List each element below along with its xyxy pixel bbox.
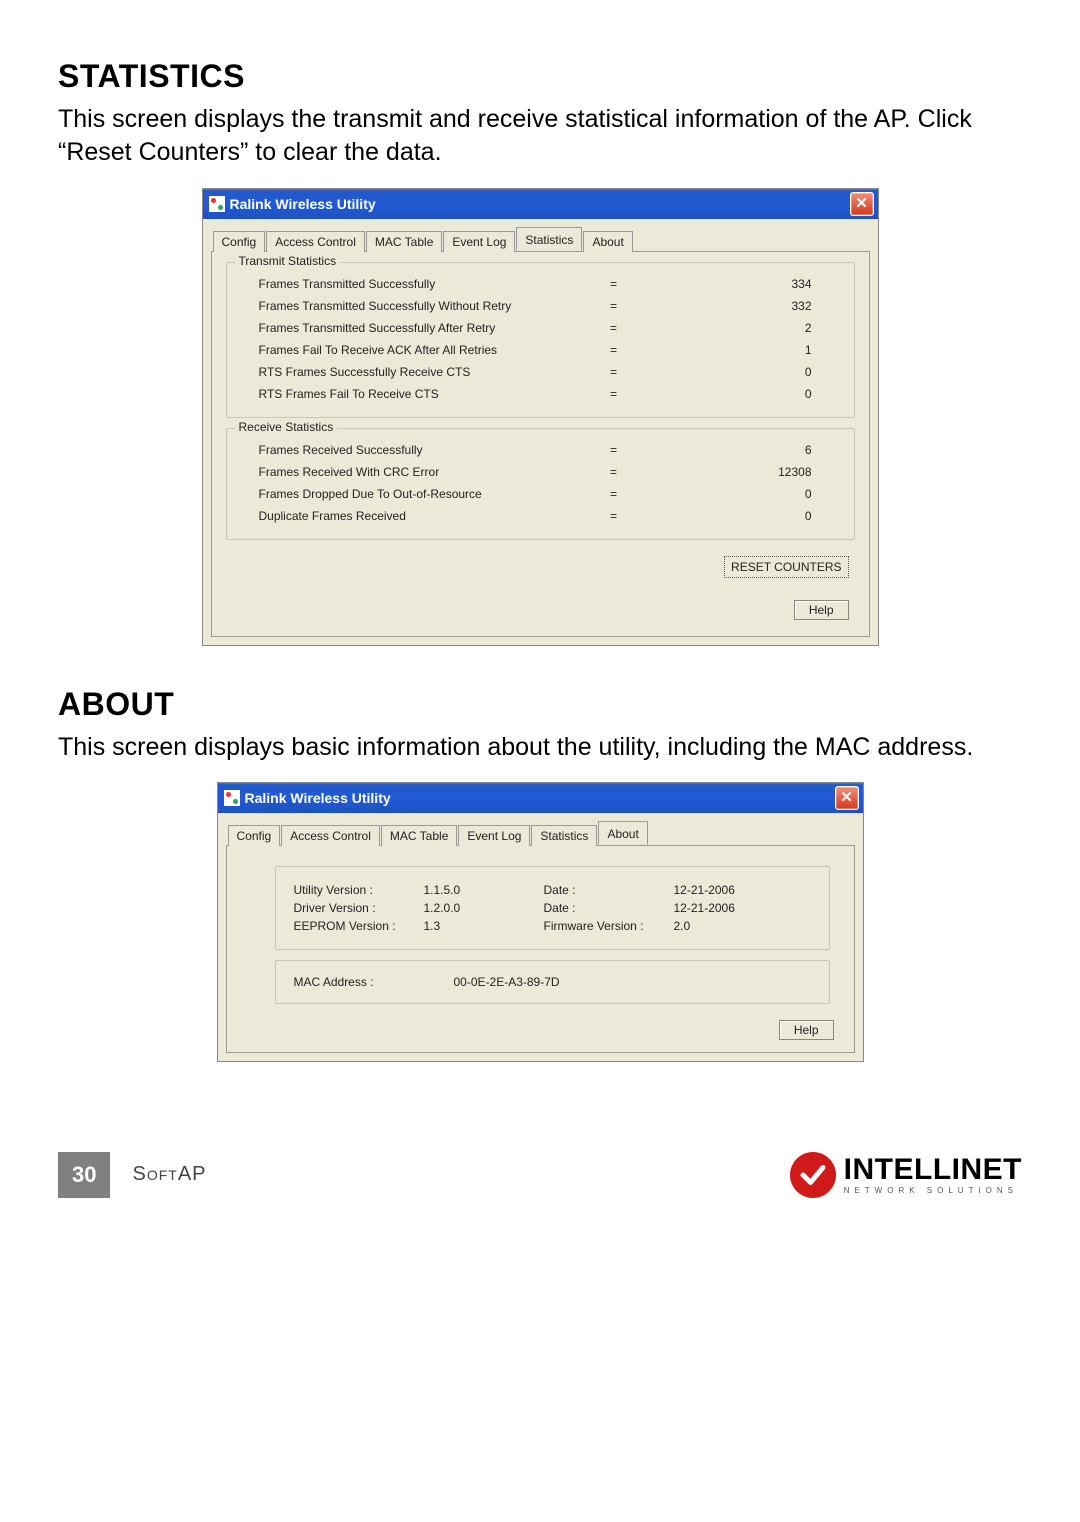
page-footer: 30 SoftAP INTELLINET NETWORK SOLUTIONS	[0, 1122, 1080, 1218]
window-title: Ralink Wireless Utility	[230, 196, 376, 212]
about-row: Driver Version :1.2.0.0Date :12-21-2006	[294, 899, 811, 917]
tab-about[interactable]: About	[598, 821, 647, 845]
window-title: Ralink Wireless Utility	[245, 790, 391, 806]
about-info-box: Utility Version :1.1.5.0Date :12-21-2006…	[275, 866, 830, 950]
brand-subtitle: NETWORK SOLUTIONS	[844, 1187, 1022, 1195]
tab-mac-table[interactable]: MAC Table	[366, 231, 442, 252]
mac-address-label: MAC Address :	[294, 975, 454, 989]
tab-event-log[interactable]: Event Log	[443, 231, 515, 252]
tab-access-control[interactable]: Access Control	[281, 825, 380, 846]
stat-row: Frames Transmitted Successfully=334	[241, 273, 840, 295]
about-tab-body: Utility Version :1.1.5.0Date :12-21-2006…	[226, 845, 855, 1053]
tab-event-log[interactable]: Event Log	[458, 825, 530, 846]
stat-row: Duplicate Frames Received=0	[241, 505, 840, 527]
tab-config[interactable]: Config	[213, 231, 266, 252]
statistics-window: Ralink Wireless Utility ✕ Config Access …	[202, 188, 879, 646]
stat-row: Frames Transmitted Successfully After Re…	[241, 317, 840, 339]
tab-mac-table[interactable]: MAC Table	[381, 825, 457, 846]
reset-counters-button[interactable]: RESET COUNTERS	[724, 556, 848, 578]
brand-logo: INTELLINET NETWORK SOLUTIONS	[790, 1152, 1022, 1198]
titlebar: Ralink Wireless Utility ✕	[218, 783, 863, 813]
about-row: EEPROM Version :1.3Firmware Version :2.0	[294, 917, 811, 935]
statistics-heading: STATISTICS	[58, 58, 1022, 95]
help-button[interactable]: Help	[794, 600, 849, 620]
about-description: This screen displays basic information a…	[58, 731, 1022, 764]
statistics-tab-body: Transmit Statistics Frames Transmitted S…	[211, 251, 870, 637]
tab-access-control[interactable]: Access Control	[266, 231, 365, 252]
receive-fieldset: Receive Statistics Frames Received Succe…	[226, 428, 855, 540]
help-button[interactable]: Help	[779, 1020, 834, 1040]
titlebar: Ralink Wireless Utility ✕	[203, 189, 878, 219]
about-mac-box: MAC Address : 00-0E-2E-A3-89-7D	[275, 960, 830, 1004]
statistics-description: This screen displays the transmit and re…	[58, 103, 1022, 170]
brand-check-icon	[790, 1152, 836, 1198]
stat-row: Frames Received Successfully=6	[241, 439, 840, 461]
app-icon	[224, 790, 240, 806]
stat-row: Frames Received With CRC Error=12308	[241, 461, 840, 483]
stat-row: Frames Transmitted Successfully Without …	[241, 295, 840, 317]
tab-about[interactable]: About	[583, 231, 632, 252]
stat-row: Frames Dropped Due To Out-of-Resource=0	[241, 483, 840, 505]
receive-legend: Receive Statistics	[235, 420, 338, 434]
stat-row: RTS Frames Fail To Receive CTS=0	[241, 383, 840, 405]
brand-name: INTELLINET	[844, 1155, 1022, 1185]
transmit-legend: Transmit Statistics	[235, 254, 341, 268]
stat-row: Frames Fail To Receive ACK After All Ret…	[241, 339, 840, 361]
tab-strip: Config Access Control MAC Table Event Lo…	[218, 813, 863, 845]
tab-statistics[interactable]: Statistics	[516, 227, 582, 251]
tab-config[interactable]: Config	[228, 825, 281, 846]
close-button[interactable]: ✕	[850, 192, 874, 216]
tab-statistics[interactable]: Statistics	[531, 825, 597, 846]
about-window: Ralink Wireless Utility ✕ Config Access …	[217, 782, 864, 1062]
app-icon	[209, 196, 225, 212]
mac-address-value: 00-0E-2E-A3-89-7D	[454, 975, 811, 989]
about-row: Utility Version :1.1.5.0Date :12-21-2006	[294, 881, 811, 899]
footer-section-name: SoftAP	[132, 1163, 206, 1186]
close-button[interactable]: ✕	[835, 786, 859, 810]
tab-strip: Config Access Control MAC Table Event Lo…	[203, 219, 878, 251]
stat-row: RTS Frames Successfully Receive CTS=0	[241, 361, 840, 383]
page-number: 30	[58, 1152, 110, 1198]
about-heading: ABOUT	[58, 686, 1022, 723]
transmit-fieldset: Transmit Statistics Frames Transmitted S…	[226, 262, 855, 418]
